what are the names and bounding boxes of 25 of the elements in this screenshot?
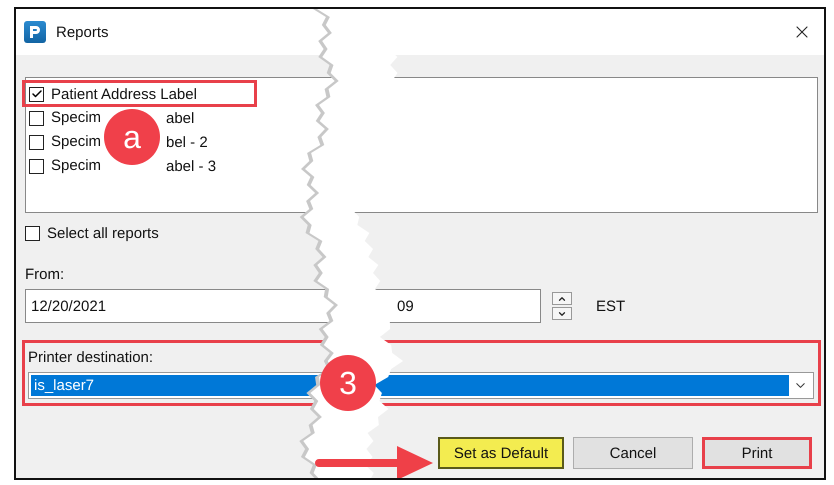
report-checkbox[interactable] — [29, 86, 44, 102]
report-label[interactable]: abel — [166, 110, 194, 126]
app-logo-icon — [24, 21, 46, 43]
printer-label: Printer destination: — [28, 349, 154, 366]
spin-down-button[interactable] — [552, 307, 572, 320]
report-checkbox[interactable] — [29, 158, 44, 174]
report-label[interactable]: abel - 3 — [166, 158, 216, 174]
dialog-button[interactable]: Set as Default — [438, 437, 564, 469]
dialog-button[interactable]: Cancel — [573, 437, 693, 469]
time-value: 09 — [397, 298, 414, 314]
window-title: Reports — [56, 24, 110, 40]
report-checkbox[interactable] — [29, 134, 44, 150]
date-value: 12/20/2021 — [31, 298, 106, 314]
report-label[interactable]: bel - 2 — [166, 134, 208, 150]
from-label: From: — [25, 266, 66, 283]
timezone-label: EST — [596, 298, 626, 314]
select-all-checkbox[interactable] — [25, 226, 40, 240]
spin-up-button[interactable] — [552, 292, 572, 305]
report-label[interactable]: Patient Address Label — [51, 86, 197, 102]
report-label[interactable]: Specim — [51, 157, 102, 174]
select-all-label[interactable]: Select all reports — [47, 224, 159, 242]
report-label[interactable]: Specim — [51, 109, 102, 126]
report-label[interactable]: Specim — [51, 133, 102, 150]
report-checkbox[interactable] — [29, 110, 44, 126]
dialog-button[interactable]: Print — [702, 437, 812, 469]
